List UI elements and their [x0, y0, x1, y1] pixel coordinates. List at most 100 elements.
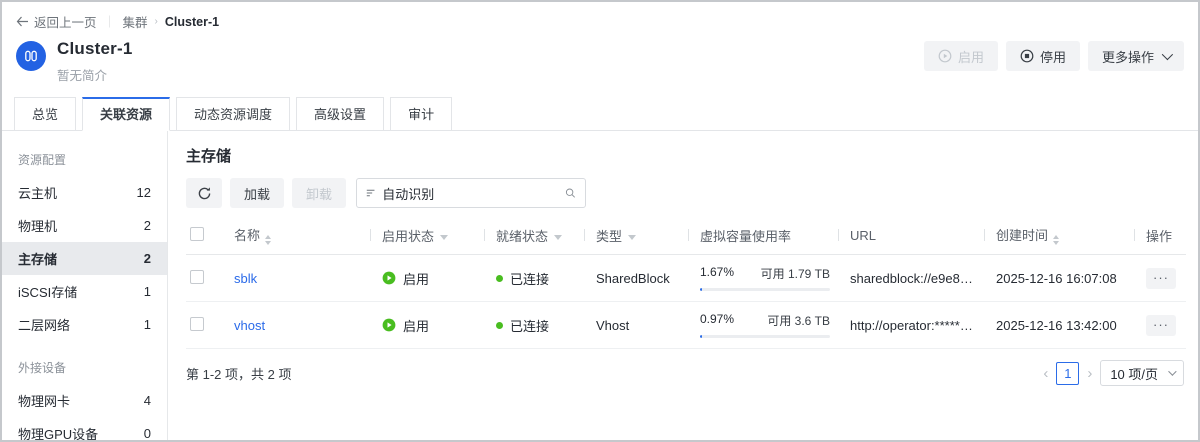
pagination: ‹ 1 › 10 项/页 — [1043, 360, 1184, 386]
enabled-status-label: 启用 — [403, 316, 429, 335]
chevron-down-icon — [1168, 367, 1176, 375]
disable-button[interactable]: 停用 — [1006, 41, 1080, 71]
enabled-status-label: 启用 — [403, 269, 429, 288]
column-header-action: 操作 — [1134, 216, 1186, 255]
page-header: Cluster-1 暂无简介 启用 停用 更多操作 — [2, 31, 1198, 84]
sidebar-item-label: 物理GPU设备 — [18, 424, 98, 440]
column-header-url: URL — [838, 216, 984, 255]
page-number-button[interactable]: 1 — [1056, 362, 1079, 385]
row-checkbox[interactable] — [190, 317, 204, 331]
filter-icon — [366, 187, 375, 199]
refresh-button[interactable] — [186, 178, 222, 208]
back-arrow-icon — [16, 16, 29, 27]
sidebar-item-l2-network[interactable]: 二层网络 1 — [2, 308, 167, 341]
sidebar-item-hosts[interactable]: 物理机 2 — [2, 209, 167, 242]
sidebar-item-count: 1 — [144, 317, 151, 332]
page-size-select[interactable]: 10 项/页 — [1100, 360, 1184, 386]
items-summary: 第 1-2 项，共 2 项 — [186, 364, 291, 383]
storage-name-link[interactable]: vhost — [234, 318, 265, 333]
breadcrumb: 返回上一页 ｜ 集群 › Cluster-1 — [2, 2, 1198, 31]
sidebar-item-label: 二层网络 — [18, 315, 70, 334]
enabled-status: 启用 — [382, 269, 476, 288]
tab-related-resources[interactable]: 关联资源 — [82, 97, 170, 131]
usage-percent: 1.67% — [700, 265, 734, 282]
column-label: 就绪状态 — [496, 229, 548, 244]
main-content: 主存储 加载 卸载 — [168, 131, 1198, 440]
usage-bar — [700, 288, 830, 291]
table-row: sblk 启用 已连接 SharedBlock 1.67%可用 1.79 TB … — [186, 255, 1186, 302]
sidebar-section-external-devices: 外接设备 物理网卡 4 物理GPU设备 0 vGPU设备 0 USB设备 2 — [2, 353, 167, 440]
cluster-icon — [16, 41, 46, 71]
enabled-status-icon — [382, 271, 396, 285]
breadcrumb-divider: ｜ — [104, 13, 116, 30]
storage-url: http://operator:*****@172.25... — [838, 302, 984, 349]
sidebar: 资源配置 云主机 12 物理机 2 主存储 2 iSCSI存储 1 — [2, 131, 168, 440]
column-header-ready-status[interactable]: 就绪状态 — [484, 216, 584, 255]
sidebar-item-count: 2 — [144, 251, 151, 266]
search-input[interactable] — [382, 186, 558, 201]
page-size-label: 10 项/页 — [1110, 364, 1158, 383]
breadcrumb-chevron-icon: › — [155, 16, 158, 27]
usage-bar-fill — [700, 335, 702, 338]
sidebar-item-vms[interactable]: 云主机 12 — [2, 176, 167, 209]
page-title: Cluster-1 — [57, 39, 133, 59]
sidebar-item-physical-gpu[interactable]: 物理GPU设备 0 — [2, 417, 167, 440]
row-more-actions-button[interactable]: ··· — [1146, 315, 1176, 336]
row-more-actions-button[interactable]: ··· — [1146, 268, 1176, 289]
storage-type: Vhost — [584, 302, 688, 349]
tab-bar: 总览 关联资源 动态资源调度 高级设置 审计 — [2, 97, 1198, 131]
storage-name-link[interactable]: sblk — [234, 271, 257, 286]
usage-bar — [700, 335, 830, 338]
row-checkbox[interactable] — [190, 270, 204, 284]
ready-status: 已连接 — [496, 269, 576, 288]
load-button[interactable]: 加载 — [230, 178, 284, 208]
sidebar-item-primary-storage[interactable]: 主存储 2 — [2, 242, 167, 275]
usage-bar-fill — [700, 288, 702, 291]
storage-url: sharedblock://e9e8f96fce7e4... — [838, 255, 984, 302]
breadcrumb-current: Cluster-1 — [165, 15, 219, 29]
unload-button-label: 卸载 — [306, 184, 332, 203]
next-page-button[interactable]: › — [1087, 366, 1092, 381]
primary-storage-table: 名称 启用状态 就绪状态 类型 虚拟容量使用率 URL 创建时间 操作 sblk — [186, 216, 1186, 349]
tab-drs[interactable]: 动态资源调度 — [176, 97, 290, 131]
unload-button[interactable]: 卸载 — [292, 178, 346, 208]
enabled-status: 启用 — [382, 316, 476, 335]
search-icon — [565, 186, 576, 200]
connected-dot-icon — [496, 322, 503, 329]
ready-status-label: 已连接 — [510, 316, 549, 335]
prev-page-button[interactable]: ‹ — [1043, 366, 1048, 381]
cluster-detail-page: 返回上一页 ｜ 集群 › Cluster-1 Cluster-1 暂无简介 启用… — [0, 0, 1200, 442]
sort-icon — [1053, 235, 1059, 245]
column-header-type[interactable]: 类型 — [584, 216, 688, 255]
column-label: 启用状态 — [382, 229, 434, 244]
column-header-created[interactable]: 创建时间 — [984, 216, 1134, 255]
more-actions-button[interactable]: 更多操作 — [1088, 41, 1184, 71]
usage-available: 可用 1.79 TB — [761, 265, 830, 282]
main-title: 主存储 — [186, 145, 1186, 166]
column-header-name[interactable]: 名称 — [222, 216, 370, 255]
tab-audit[interactable]: 审计 — [390, 97, 452, 131]
back-link[interactable]: 返回上一页 — [16, 12, 97, 31]
breadcrumb-section[interactable]: 集群 — [123, 12, 148, 31]
tab-overview[interactable]: 总览 — [14, 97, 76, 131]
tab-advanced-settings[interactable]: 高级设置 — [296, 97, 384, 131]
more-actions-label: 更多操作 — [1102, 47, 1154, 66]
select-all-checkbox[interactable] — [190, 227, 204, 241]
sidebar-item-label: 物理机 — [18, 216, 57, 235]
search-box[interactable] — [356, 178, 586, 208]
table-footer: 第 1-2 项，共 2 项 ‹ 1 › 10 项/页 — [186, 360, 1186, 386]
sidebar-item-physical-nic[interactable]: 物理网卡 4 — [2, 384, 167, 417]
column-header-enabled-status[interactable]: 启用状态 — [370, 216, 484, 255]
header-text: Cluster-1 暂无简介 — [57, 39, 133, 84]
enable-button[interactable]: 启用 — [924, 41, 998, 71]
column-label: 类型 — [596, 229, 622, 244]
created-time: 2025-12-16 13:42:00 — [984, 302, 1134, 349]
usage-cell: 0.97%可用 3.6 TB — [688, 302, 838, 349]
usage-cell: 1.67% 可用 1.79 TB — [688, 255, 838, 302]
sidebar-item-iscsi-storage[interactable]: iSCSI存储 1 — [2, 275, 167, 308]
sidebar-item-label: 物理网卡 — [18, 391, 70, 410]
column-label: 创建时间 — [996, 228, 1048, 243]
page-subtitle: 暂无简介 — [57, 65, 133, 84]
toolbar: 加载 卸载 — [186, 178, 1186, 208]
sidebar-item-label: iSCSI存储 — [18, 282, 77, 301]
